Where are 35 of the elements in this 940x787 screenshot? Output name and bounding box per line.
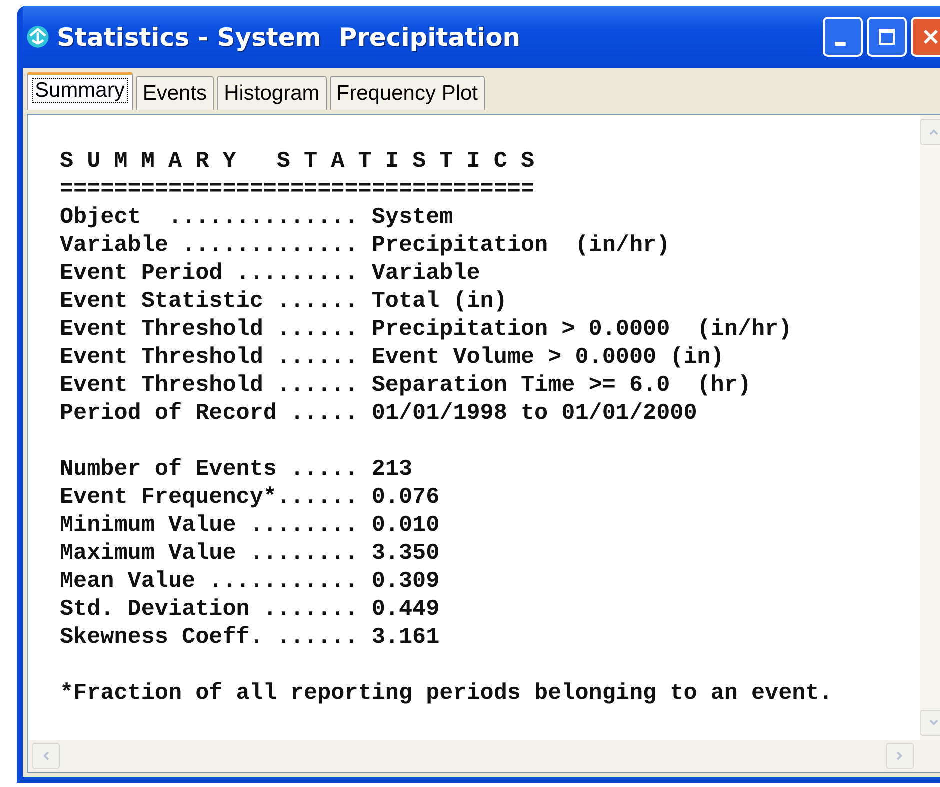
report-line: Mean Value ........... 0.309: [60, 567, 441, 595]
scroll-left-button[interactable]: [32, 743, 60, 769]
report-line: Event Threshold ...... Separation Time >= 6.0 (hr): [60, 371, 752, 399]
report-line: Number of Events ..... 213: [60, 455, 414, 483]
scroll-down-button[interactable]: [920, 710, 940, 736]
report-line: Minimum Value ........ 0.010: [60, 511, 441, 539]
maximize-icon: [877, 27, 897, 47]
report-line: Event Frequency*...... 0.076: [60, 483, 441, 511]
report-line: S U M M A R Y S T A T I S T I C S: [60, 147, 536, 175]
close-button[interactable]: [911, 17, 940, 57]
report-line: Event Period ......... Variable: [60, 259, 482, 287]
report-line: Event Threshold ...... Event Volume > 0.0000 (in): [60, 343, 726, 371]
minimize-button[interactable]: [823, 17, 863, 57]
report-line: *Fraction of all reporting periods belonging to an event.: [60, 679, 834, 707]
report-line: Variable ............. Precipitation (in/hr): [60, 231, 672, 259]
app-icon: [25, 24, 51, 50]
tab[interactable]: Frequency Plot: [330, 76, 486, 110]
report-line: ===================================: [60, 175, 536, 203]
report-line: Std. Deviation ....... 0.449: [60, 595, 441, 623]
close-icon: [921, 27, 940, 47]
report-line: Skewness Coeff. ...... 3.161: [60, 623, 441, 651]
window-title: Statistics - System Precipitation: [57, 22, 521, 52]
report-line: Maximum Value ........ 3.350: [60, 539, 441, 567]
report-line: Period of Record ..... 01/01/1998 to 01/01/2000: [60, 399, 698, 427]
tab[interactable]: Histogram: [217, 76, 327, 110]
minimize-icon: [834, 42, 846, 46]
scroll-right-button[interactable]: [886, 743, 914, 769]
tab[interactable]: Summary: [27, 72, 133, 110]
report-line: Event Statistic ...... Total (in): [60, 287, 508, 315]
tab[interactable]: Events: [136, 76, 214, 110]
report-line: Event Threshold ...... Precipitation > 0.0000 (in/hr): [60, 315, 794, 343]
scroll-up-button[interactable]: [920, 119, 940, 145]
horizontal-scrollbar[interactable]: [28, 740, 940, 772]
maximize-button[interactable]: [867, 17, 907, 57]
report-line: Object .............. System: [60, 203, 454, 231]
